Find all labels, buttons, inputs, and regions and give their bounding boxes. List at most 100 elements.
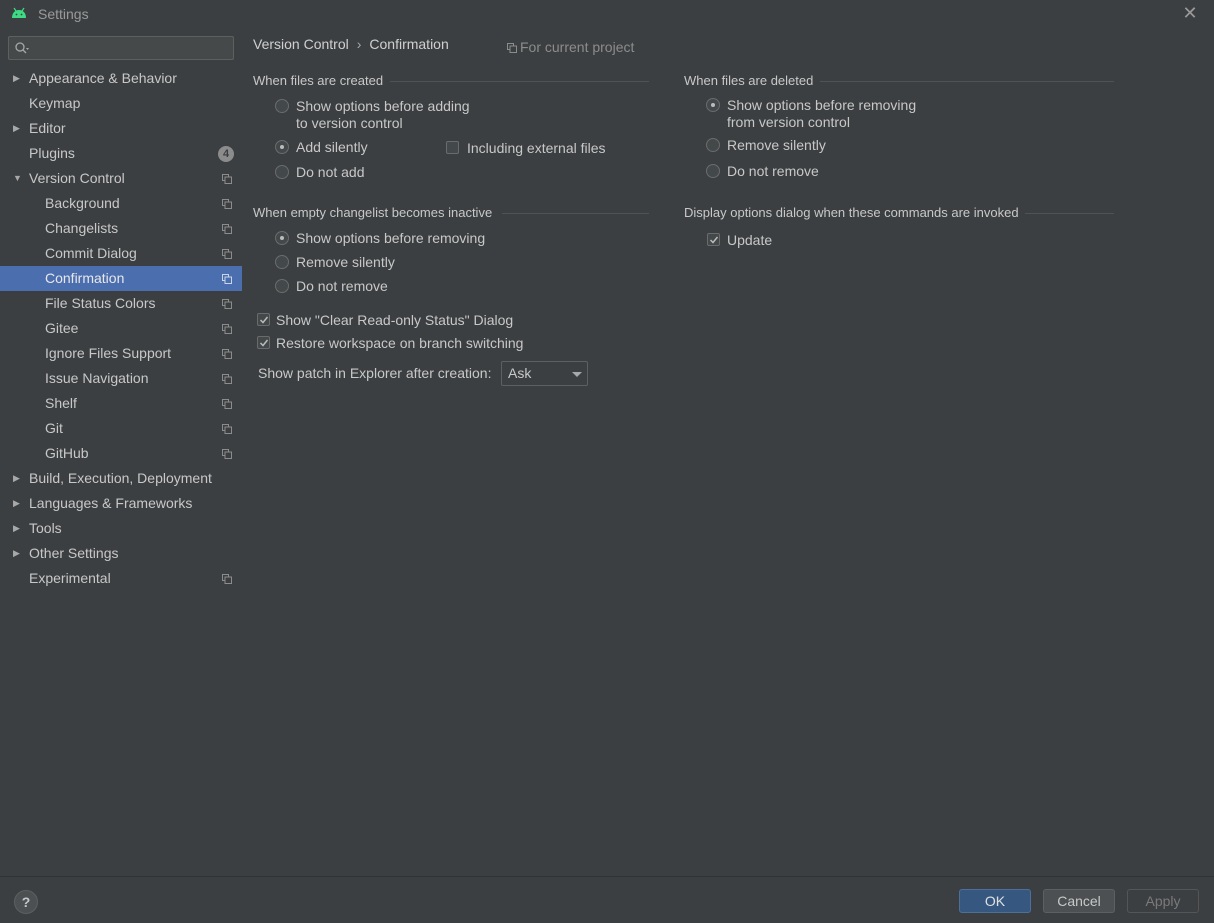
search-input[interactable] bbox=[8, 36, 234, 60]
radio-label-continued: from version control bbox=[727, 114, 850, 130]
project-scope-icon bbox=[222, 349, 232, 359]
divider bbox=[502, 213, 649, 214]
sidebar-item-build-execution-deployment[interactable]: ▶ Build, Execution, Deployment bbox=[0, 466, 242, 491]
radio-label: Do not add bbox=[296, 164, 365, 180]
sidebar-item-label: Tools bbox=[29, 520, 62, 536]
checkmark-icon bbox=[709, 236, 719, 244]
window-title: Settings bbox=[38, 6, 89, 22]
radio-label: Do not remove bbox=[727, 163, 819, 179]
sidebar-item-other-settings[interactable]: ▶ Other Settings bbox=[0, 541, 242, 566]
sidebar-item-changelists[interactable]: Changelists bbox=[0, 216, 242, 241]
radio-button[interactable] bbox=[275, 165, 289, 179]
scope-label: For current project bbox=[507, 39, 634, 55]
search-icon bbox=[15, 42, 29, 54]
settings-content: Version Control › Confirmation For current… bbox=[242, 28, 1214, 876]
chevron-right-icon: ▶ bbox=[13, 498, 20, 508]
title-bar: Settings ✕ bbox=[0, 0, 1214, 28]
project-scope-icon bbox=[222, 399, 232, 409]
project-scope-icon bbox=[222, 174, 232, 184]
checkbox[interactable] bbox=[257, 336, 270, 349]
sidebar-item-plugins[interactable]: Plugins 4 bbox=[0, 141, 242, 166]
sidebar-item-version-control[interactable]: ▼ Version Control bbox=[0, 166, 242, 191]
radio-button[interactable] bbox=[706, 164, 720, 178]
sidebar-item-label: Changelists bbox=[45, 220, 119, 236]
close-icon[interactable]: ✕ bbox=[1181, 4, 1199, 22]
apply-button[interactable]: Apply bbox=[1127, 889, 1199, 913]
checkbox[interactable] bbox=[446, 141, 459, 154]
divider bbox=[390, 81, 649, 82]
sidebar-item-issue-navigation[interactable]: Issue Navigation bbox=[0, 366, 242, 391]
sidebar-item-label: Other Settings bbox=[29, 545, 119, 561]
sidebar-item-label: Version Control bbox=[29, 170, 125, 186]
dropdown-value: Ask bbox=[508, 365, 532, 381]
sidebar-item-label: Ignore Files Support bbox=[45, 345, 172, 361]
radio-button[interactable] bbox=[275, 140, 289, 154]
sidebar-item-tools[interactable]: ▶ Tools bbox=[0, 516, 242, 541]
sidebar-item-commit-dialog[interactable]: Commit Dialog bbox=[0, 241, 242, 266]
divider bbox=[1025, 213, 1114, 214]
project-scope-icon bbox=[507, 43, 517, 53]
radio-label: Remove silently bbox=[727, 137, 826, 153]
sidebar-item-label: GitHub bbox=[45, 445, 89, 461]
sidebar-item-label: Experimental bbox=[29, 570, 111, 586]
checkbox-label: Show "Clear Read-only Status" Dialog bbox=[276, 312, 514, 328]
breadcrumb-current: Confirmation bbox=[369, 36, 449, 52]
radio-button[interactable] bbox=[275, 231, 289, 245]
checkmark-icon bbox=[259, 316, 269, 324]
project-scope-icon bbox=[222, 224, 232, 234]
sidebar-item-label: Build, Execution, Deployment bbox=[29, 470, 212, 486]
sidebar-item-background[interactable]: Background bbox=[0, 191, 242, 216]
checkbox-label: Update bbox=[727, 232, 773, 248]
breadcrumb: Version Control › Confirmation bbox=[253, 36, 449, 52]
project-scope-icon bbox=[222, 299, 232, 309]
sidebar-item-label: Commit Dialog bbox=[45, 245, 137, 261]
radio-label: Show options before removing bbox=[296, 230, 486, 246]
radio-button[interactable] bbox=[275, 279, 289, 293]
project-scope-icon bbox=[222, 324, 232, 334]
divider bbox=[820, 81, 1114, 82]
sidebar-item-ignore-files-support[interactable]: Ignore Files Support bbox=[0, 341, 242, 366]
cancel-button[interactable]: Cancel bbox=[1043, 889, 1115, 913]
checkbox[interactable] bbox=[707, 233, 720, 246]
sidebar-item-editor[interactable]: ▶ Editor bbox=[0, 116, 242, 141]
radio-label: Show options before removing bbox=[727, 97, 917, 113]
settings-sidebar: ▶ Appearance & Behavior Keymap ▶ Editor … bbox=[0, 28, 242, 876]
sidebar-item-languages-frameworks[interactable]: ▶ Languages & Frameworks bbox=[0, 491, 242, 516]
project-scope-icon bbox=[222, 424, 232, 434]
show-patch-dropdown[interactable]: Ask bbox=[501, 361, 588, 386]
plugins-update-badge: 4 bbox=[218, 146, 234, 162]
sidebar-item-label: Languages & Frameworks bbox=[29, 495, 193, 511]
sidebar-item-appearance-behavior[interactable]: ▶ Appearance & Behavior bbox=[0, 66, 242, 91]
sidebar-item-github[interactable]: GitHub bbox=[0, 441, 242, 466]
sidebar-item-git[interactable]: Git bbox=[0, 416, 242, 441]
chevron-down-icon bbox=[572, 372, 582, 377]
chevron-right-icon: ▶ bbox=[13, 523, 20, 533]
sidebar-item-keymap[interactable]: Keymap bbox=[0, 91, 242, 116]
help-button[interactable]: ? bbox=[14, 890, 38, 914]
sidebar-item-file-status-colors[interactable]: File Status Colors bbox=[0, 291, 242, 316]
sidebar-item-gitee[interactable]: Gitee bbox=[0, 316, 242, 341]
ok-button[interactable]: OK bbox=[959, 889, 1031, 913]
dialog-footer: ? OK Cancel Apply bbox=[0, 876, 1214, 923]
sidebar-item-label: Issue Navigation bbox=[45, 370, 149, 386]
radio-button[interactable] bbox=[275, 99, 289, 113]
sidebar-item-experimental[interactable]: Experimental bbox=[0, 566, 242, 591]
chevron-right-icon: ▶ bbox=[13, 73, 20, 83]
checkbox[interactable] bbox=[257, 313, 270, 326]
radio-button[interactable] bbox=[706, 98, 720, 112]
scope-text: For current project bbox=[520, 39, 635, 55]
created-group-title: When files are created bbox=[253, 73, 384, 88]
radio-button[interactable] bbox=[275, 255, 289, 269]
project-scope-icon bbox=[222, 249, 232, 259]
checkmark-icon bbox=[259, 339, 269, 347]
sidebar-item-shelf[interactable]: Shelf bbox=[0, 391, 242, 416]
sidebar-item-confirmation[interactable]: Confirmation bbox=[0, 266, 242, 291]
sidebar-item-label: Plugins bbox=[29, 145, 75, 161]
breadcrumb-parent[interactable]: Version Control bbox=[253, 36, 349, 52]
radio-label: Do not remove bbox=[296, 278, 388, 294]
changelist-group-title: When empty changelist becomes inactive bbox=[253, 205, 493, 220]
radio-label-continued: to version control bbox=[296, 115, 403, 131]
radio-button[interactable] bbox=[706, 138, 720, 152]
sidebar-item-label: Appearance & Behavior bbox=[29, 70, 177, 86]
chevron-right-icon: ▶ bbox=[13, 548, 20, 558]
